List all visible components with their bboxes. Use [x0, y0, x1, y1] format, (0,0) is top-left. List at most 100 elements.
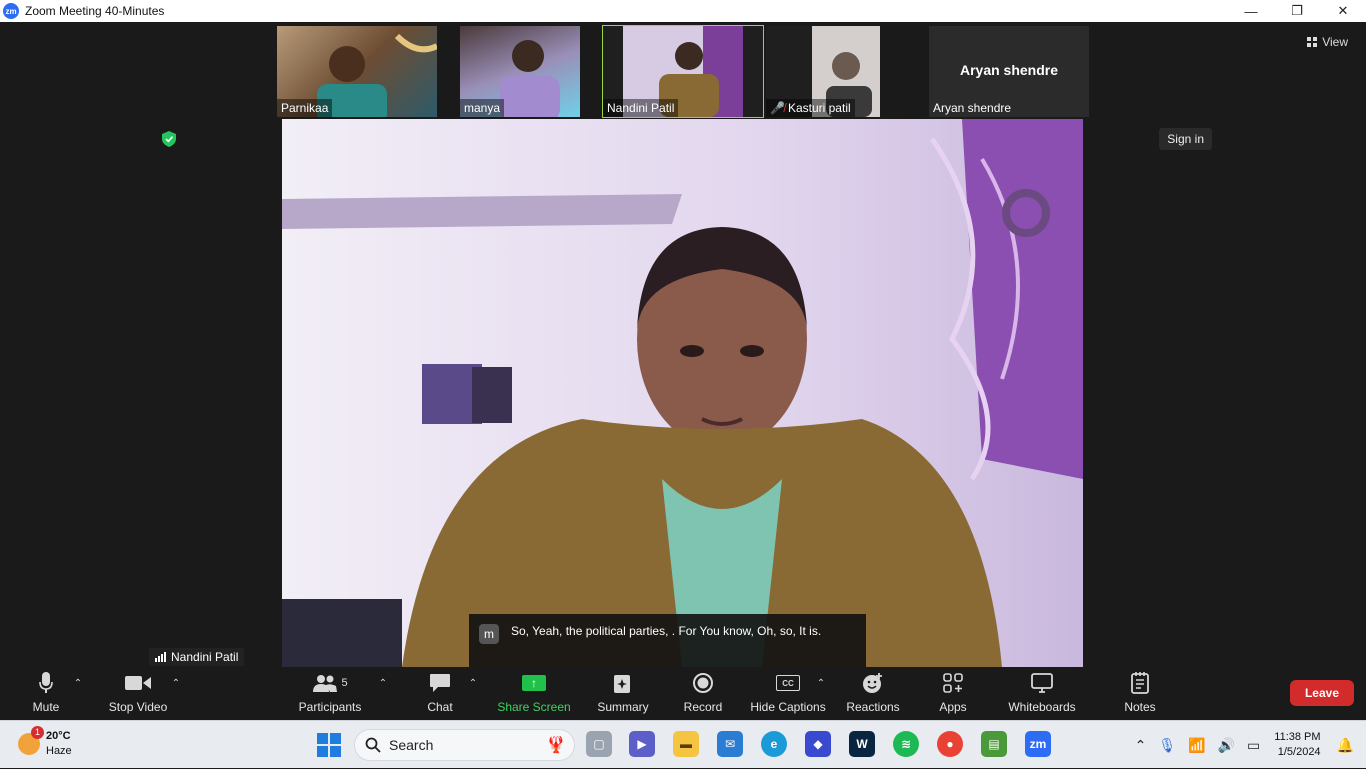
chat-bubble-icon: [429, 670, 451, 696]
share-screen-label: Share Screen: [497, 700, 571, 714]
mute-button[interactable]: Mute: [28, 670, 64, 720]
task-view-icon[interactable]: ▢: [586, 731, 612, 757]
notes-label: Notes: [1124, 700, 1156, 714]
meeting-stage: Parnikaa manya Nandini Patil 🎤̸ Kasturi p…: [0, 22, 1366, 670]
microphone-in-use-icon[interactable]: 🎙: [1158, 737, 1176, 754]
share-screen-icon: ↑: [522, 670, 546, 696]
chat-button[interactable]: Chat: [425, 670, 455, 720]
webex-icon[interactable]: W: [849, 731, 875, 757]
captions-options-caret[interactable]: ⌃: [815, 670, 827, 720]
chevron-up-icon[interactable]: ⌃: [1135, 737, 1147, 754]
weather-description: Haze: [46, 745, 72, 757]
bluestacks-icon[interactable]: ▤: [981, 731, 1007, 757]
chat-options-caret[interactable]: ⌃: [467, 670, 479, 720]
share-screen-button[interactable]: ↑ Share Screen: [497, 670, 571, 720]
gallery-tile-parnikaa[interactable]: Parnikaa: [277, 26, 437, 117]
audio-options-caret[interactable]: ⌃: [72, 670, 84, 720]
whiteboards-button[interactable]: Whiteboards: [1006, 670, 1078, 720]
minimize-button[interactable]: —: [1228, 0, 1274, 22]
chevron-up-icon: ⌃: [468, 677, 478, 689]
wifi-icon[interactable]: 📶: [1188, 737, 1205, 754]
summary-label: Summary: [597, 700, 649, 714]
emoji-reaction-icon: [862, 670, 884, 696]
participant-name: manya: [460, 99, 505, 117]
caption-text: So, Yeah, the political parties, . For Y…: [511, 624, 822, 638]
closed-captions-icon: CC: [776, 670, 800, 696]
windows-taskbar: 1 20°C Haze Search 🦞 ▢ ▶ ▬ ✉ e ◆ W ≋ ● ▤…: [0, 720, 1366, 768]
search-icon: [365, 737, 381, 753]
clock-time: 11:38 PM: [1274, 731, 1321, 743]
chevron-up-icon: ⌃: [816, 677, 826, 689]
window-title: Zoom Meeting 40-Minutes: [25, 4, 165, 18]
chevron-up-icon: ⌃: [171, 677, 181, 689]
participants-options-caret[interactable]: ⌃: [377, 670, 389, 720]
leave-button[interactable]: Leave: [1289, 680, 1354, 706]
apps-grid-icon: [943, 670, 963, 696]
apps-button[interactable]: Apps: [936, 670, 970, 720]
weather-widget[interactable]: 1 20°C Haze: [18, 726, 72, 759]
zoom-taskbar-icon[interactable]: zm: [1025, 731, 1051, 757]
notes-icon: [1131, 670, 1149, 696]
search-highlight-icon: 🦞: [546, 737, 566, 754]
file-explorer-icon[interactable]: ▬: [673, 731, 699, 757]
battery-icon[interactable]: ▭: [1247, 737, 1260, 754]
meeting-toolbar: Mute ⌃ Stop Video ⌃ 5 Participants ⌃ Cha…: [0, 670, 1366, 720]
active-speaker-label: Nandini Patil: [149, 648, 245, 666]
gallery-tile-kasturi-patil[interactable]: 🎤̸ Kasturi patil: [766, 26, 880, 117]
record-label: Record: [683, 700, 723, 714]
gallery-tile-aryan-shendre[interactable]: Aryan shendre Aryan shendre: [929, 26, 1089, 117]
restore-button[interactable]: ❐: [1274, 0, 1320, 22]
window-controls: — ❐ ✕: [1228, 0, 1366, 22]
mic-muted-icon: 🎤̸: [770, 101, 785, 115]
encryption-shield-icon[interactable]: [162, 131, 176, 147]
notes-button[interactable]: Notes: [1122, 670, 1158, 720]
windows-start-icon[interactable]: [317, 733, 341, 757]
live-caption: m So, Yeah, the political parties, . For…: [469, 614, 866, 667]
apps-label: Apps: [939, 700, 967, 714]
clock-date: 1/5/2024: [1277, 746, 1321, 758]
spotify-icon[interactable]: ≋: [893, 731, 919, 757]
chrome-icon[interactable]: ●: [937, 731, 963, 757]
participant-name: Nandini Patil: [603, 99, 679, 117]
video-camera-icon: [125, 670, 151, 696]
grid-view-icon: [1307, 37, 1318, 47]
notification-badge: 1: [31, 726, 44, 739]
teams-chat-icon[interactable]: ▶: [629, 731, 655, 757]
reactions-button[interactable]: Reactions: [846, 670, 900, 720]
participants-count: 5: [341, 677, 348, 689]
search-label: Search: [389, 737, 434, 753]
speaker-video-frame: [282, 119, 1083, 667]
summary-button[interactable]: Summary: [596, 670, 650, 720]
copilot-icon[interactable]: ◆: [805, 731, 831, 757]
mail-icon[interactable]: ✉: [717, 731, 743, 757]
chevron-up-icon: ⌃: [73, 677, 83, 689]
active-speaker-video[interactable]: [282, 119, 1083, 667]
participant-display-name: Aryan shendre: [959, 62, 1059, 78]
participants-label: Participants: [298, 700, 362, 714]
video-options-caret[interactable]: ⌃: [170, 670, 182, 720]
taskbar-clock[interactable]: 11:38 PM 1/5/2024: [1274, 730, 1320, 760]
view-button[interactable]: View: [1307, 35, 1348, 49]
summary-sparkle-icon: [613, 670, 633, 696]
caption-speaker-avatar: m: [479, 624, 499, 644]
view-label: View: [1322, 35, 1348, 49]
participants-button[interactable]: 5 Participants: [298, 670, 362, 720]
microphone-icon: [39, 670, 53, 696]
record-button[interactable]: Record: [682, 670, 724, 720]
sign-in-button[interactable]: Sign in: [1159, 128, 1212, 150]
participants-icon: 5: [312, 670, 348, 696]
taskbar-search-box[interactable]: Search 🦞: [354, 729, 575, 761]
gallery-tile-manya[interactable]: manya: [460, 26, 580, 117]
close-button[interactable]: ✕: [1320, 0, 1366, 22]
gallery-tile-nandini-patil[interactable]: Nandini Patil: [602, 25, 764, 118]
volume-icon[interactable]: 🔊: [1218, 737, 1235, 754]
signal-strength-icon: [155, 652, 166, 662]
edge-browser-icon[interactable]: e: [761, 731, 787, 757]
notification-bell-icon[interactable]: 🔔: [1337, 737, 1354, 754]
stop-video-button[interactable]: Stop Video: [106, 670, 170, 720]
whiteboards-label: Whiteboards: [1008, 700, 1076, 714]
participant-name: Parnikaa: [277, 99, 333, 117]
mute-label: Mute: [32, 700, 60, 714]
weather-haze-icon: 1: [18, 726, 44, 755]
active-speaker-name: Nandini Patil: [171, 650, 239, 664]
